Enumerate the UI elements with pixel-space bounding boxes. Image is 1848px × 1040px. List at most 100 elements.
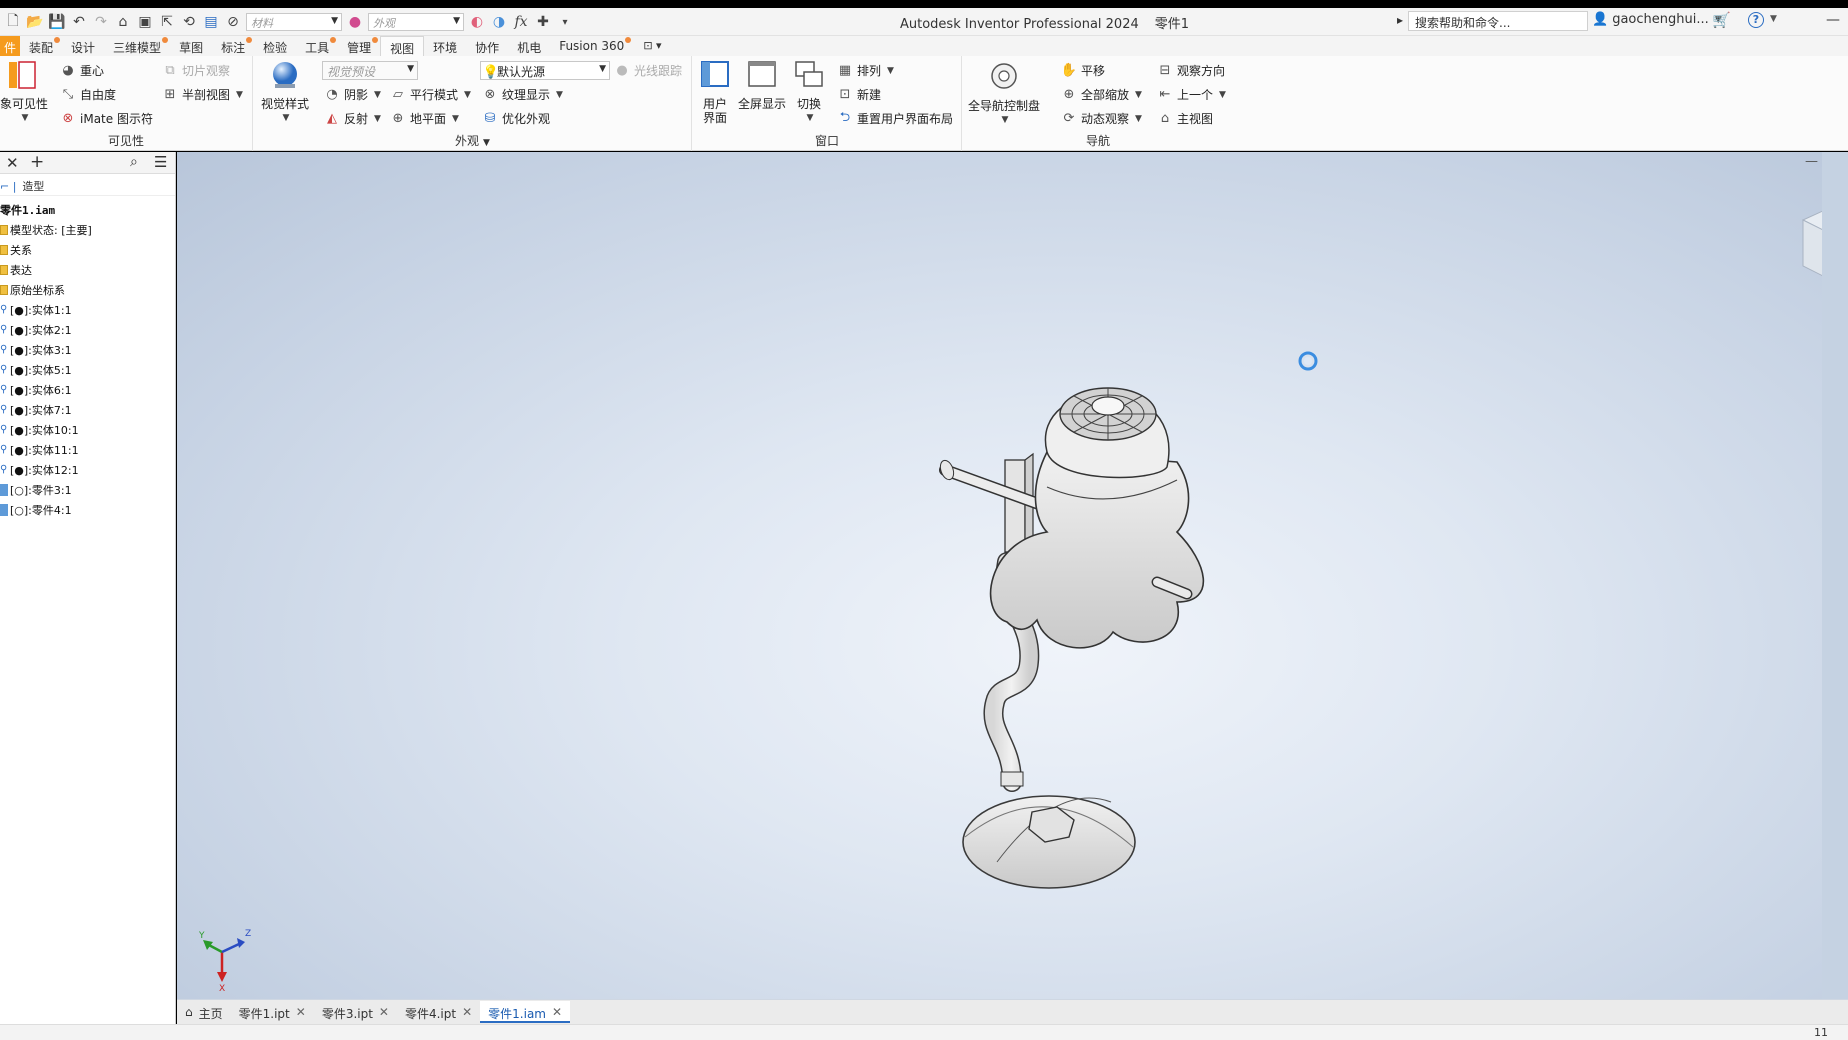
tree-node[interactable]: ⚲ [●]:实体12:1 bbox=[0, 460, 175, 480]
shadows-button[interactable]: ◔ 阴影 ▼ bbox=[324, 86, 381, 103]
viewcube[interactable]: 左 bbox=[1795, 204, 1822, 284]
lamp-assembly-model[interactable] bbox=[877, 302, 1237, 902]
slice-graphics-button[interactable]: ⧉ 切片观察 bbox=[162, 62, 230, 79]
appearance-ball-icon[interactable]: ● bbox=[346, 13, 364, 31]
graphics-viewport[interactable]: — 左 bbox=[177, 152, 1822, 999]
clear-appearance-icon[interactable]: ◑ bbox=[490, 13, 508, 31]
document-tab-2[interactable]: 零件3.ipt ✕ bbox=[314, 1001, 397, 1023]
ribbon-tab-2[interactable]: 设计 bbox=[62, 36, 104, 56]
parallel-mode-button[interactable]: ▱ 平行模式 ▼ bbox=[390, 86, 471, 103]
home-icon[interactable]: ⌂ bbox=[114, 13, 132, 31]
ribbon-tab-8[interactable]: 管理 bbox=[338, 36, 380, 56]
menu-icon[interactable]: ☰ bbox=[154, 153, 167, 171]
tree-root[interactable]: 零件1.iam bbox=[0, 200, 175, 220]
tree-node[interactable]: 关系 bbox=[0, 240, 175, 260]
look-at-button[interactable]: ⊟ 观察方向 bbox=[1157, 62, 1225, 79]
tree-node[interactable]: [○]:零件3:1 bbox=[0, 480, 175, 500]
customize-qat-icon[interactable]: ▾ bbox=[556, 13, 574, 31]
appearance-combo[interactable]: 外观 ▼ bbox=[368, 13, 464, 31]
tree-node[interactable]: ⚲ [●]:实体11:1 bbox=[0, 440, 175, 460]
tree-node[interactable]: ⚲ [●]:实体7:1 bbox=[0, 400, 175, 420]
add-icon[interactable]: ✚ bbox=[534, 13, 552, 31]
orbit-button[interactable]: ⟳ 动态观察 ▼ bbox=[1061, 110, 1142, 127]
ribbon-tab-12[interactable]: 机电 bbox=[508, 36, 550, 56]
texture-on-button[interactable]: ⊗ 纹理显示 ▼ bbox=[482, 86, 563, 103]
ribbon-tab-13[interactable]: Fusion 360 bbox=[550, 36, 633, 56]
browser-view-selector[interactable]: ⌐ | 造型 bbox=[0, 174, 175, 196]
zoom-all-button[interactable]: ⊕ 全部缩放 ▼ bbox=[1061, 86, 1142, 103]
object-visibility-button[interactable]: 象可见性 ▼ bbox=[0, 60, 48, 125]
viewport-minimize-icon[interactable]: — bbox=[1805, 154, 1818, 169]
imate-glyph-button[interactable]: ⊗ iMate 图示符 bbox=[60, 110, 153, 127]
user-account[interactable]: 👤 gaochenghui... ▼ bbox=[1592, 12, 1722, 27]
ribbon-tab-0[interactable]: 件 bbox=[0, 36, 21, 56]
projects-icon[interactable]: ▣ bbox=[136, 13, 154, 31]
document-tab-0[interactable]: ⌂ 主页 bbox=[177, 1001, 231, 1023]
tree-node[interactable]: ⚲ [●]:实体3:1 bbox=[0, 340, 175, 360]
no-material-icon[interactable]: ⊘ bbox=[224, 13, 242, 31]
save-icon[interactable]: 💾 bbox=[48, 13, 66, 31]
center-of-gravity-button[interactable]: ◕ 重心 bbox=[60, 62, 104, 79]
add-browser-tab-icon[interactable]: + bbox=[30, 152, 44, 172]
ground-plane-button[interactable]: ⊕ 地平面 ▼ bbox=[390, 110, 459, 127]
ribbon-tab-4[interactable]: 草图 bbox=[170, 36, 212, 56]
close-tab-icon[interactable]: ✕ bbox=[552, 1005, 562, 1021]
ribbon-tab-5[interactable]: 标注 bbox=[212, 36, 254, 56]
home-view-button[interactable]: ⌂ 主视图 bbox=[1157, 110, 1213, 127]
ribbon-tab-10[interactable]: 环境 bbox=[424, 36, 466, 56]
ribbon-tab-11[interactable]: 协作 bbox=[466, 36, 508, 56]
tree-node[interactable]: ⚲ [●]:实体2:1 bbox=[0, 320, 175, 340]
ribbon-display-options-icon[interactable]: ⊡ ▾ bbox=[643, 36, 661, 56]
ribbon-tab-3[interactable]: 三维模型 bbox=[104, 36, 170, 56]
document-tab-4[interactable]: 零件1.iam ✕ bbox=[480, 1001, 571, 1023]
tree-node[interactable]: 原始坐标系 bbox=[0, 280, 175, 300]
user-interface-button[interactable]: 用户 界面 bbox=[697, 60, 733, 125]
search-icon[interactable]: ⌕ bbox=[130, 154, 138, 170]
help-icon[interactable]: ? bbox=[1748, 12, 1764, 28]
optimize-appearance-button[interactable]: ⛁ 优化外观 bbox=[482, 110, 550, 127]
undo-icon[interactable]: ↶ bbox=[70, 13, 88, 31]
close-tab-icon[interactable]: ✕ bbox=[296, 1005, 306, 1023]
tree-node[interactable]: ⚲ [●]:实体5:1 bbox=[0, 360, 175, 380]
document-tab-3[interactable]: 零件4.ipt ✕ bbox=[397, 1001, 480, 1023]
help-dropdown-icon[interactable]: ▼ bbox=[1770, 14, 1777, 24]
previous-view-button[interactable]: ⇤ 上一个 ▼ bbox=[1157, 86, 1226, 103]
half-section-button[interactable]: ⊞ 半剖视图 ▼ bbox=[162, 86, 243, 103]
full-navigation-wheel-button[interactable]: 全导航控制盘 ▼ bbox=[967, 62, 1041, 127]
close-tab-icon[interactable]: ✕ bbox=[462, 1005, 472, 1023]
redo-icon[interactable]: ↷ bbox=[92, 13, 110, 31]
tree-node[interactable]: ⚲ [●]:实体10:1 bbox=[0, 420, 175, 440]
lighting-combo[interactable]: 💡默认光源 ▼ bbox=[480, 61, 610, 80]
tree-node[interactable]: ⚲ [●]:实体1:1 bbox=[0, 300, 175, 320]
switch-window-button[interactable]: 切换 ▼ bbox=[791, 60, 827, 125]
blue-icon[interactable]: ▤ bbox=[202, 13, 220, 31]
tree-node[interactable]: 模型状态: [主要] bbox=[0, 220, 175, 240]
appearance-panel-title[interactable]: 外观 ▼ bbox=[254, 132, 691, 149]
view-preset-combo[interactable]: 视觉预设 ▼ bbox=[322, 61, 418, 80]
ribbon-tab-6[interactable]: 检验 bbox=[254, 36, 296, 56]
pan-button[interactable]: ✋ 平移 bbox=[1061, 62, 1105, 79]
new-file-icon[interactable]: 🗋 bbox=[4, 13, 22, 31]
reset-ui-layout-button[interactable]: ⮌ 重置用户界面布局 bbox=[837, 110, 953, 127]
tree-node[interactable]: ⚲ [●]:实体6:1 bbox=[0, 380, 175, 400]
open-file-icon[interactable]: 📂 bbox=[26, 13, 44, 31]
help-search-input[interactable]: 搜索帮助和命令... bbox=[1397, 11, 1588, 31]
adjust-appearance-icon[interactable]: ◐ bbox=[468, 13, 486, 31]
tree-node[interactable]: 表达 bbox=[0, 260, 175, 280]
minimize-icon[interactable]: — bbox=[1826, 12, 1840, 28]
close-tab-icon[interactable]: ✕ bbox=[379, 1005, 389, 1023]
reflections-button[interactable]: ◭ 反射 ▼ bbox=[324, 110, 381, 127]
tree-node[interactable]: [○]:零件4:1 bbox=[0, 500, 175, 520]
ribbon-tab-7[interactable]: 工具 bbox=[296, 36, 338, 56]
close-browser-icon[interactable]: ✕ bbox=[6, 154, 19, 172]
arrange-button[interactable]: ▦ 排列 ▼ bbox=[837, 62, 894, 79]
fx-icon[interactable]: fx bbox=[512, 13, 530, 31]
update-icon[interactable]: ⟲ bbox=[180, 13, 198, 31]
cart-icon[interactable]: 🛒 bbox=[1712, 11, 1731, 29]
document-tab-1[interactable]: 零件1.ipt ✕ bbox=[231, 1001, 314, 1023]
ribbon-tab-9[interactable]: 视图 bbox=[380, 36, 425, 56]
new-window-button[interactable]: ⊡ 新建 bbox=[837, 86, 881, 103]
ribbon-tab-1[interactable]: 装配 bbox=[20, 36, 62, 56]
material-combo[interactable]: 材料 ▼ bbox=[246, 13, 342, 31]
full-screen-button[interactable]: 全屏显示 bbox=[737, 60, 787, 111]
